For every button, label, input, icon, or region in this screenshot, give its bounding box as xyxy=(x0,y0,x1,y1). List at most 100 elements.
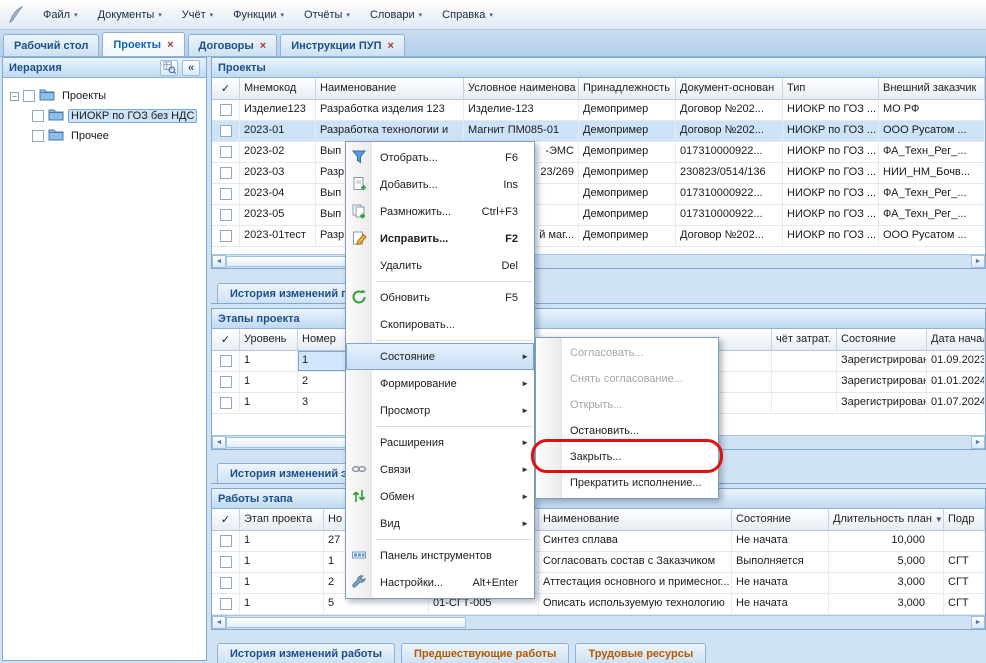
row-checkbox[interactable] xyxy=(220,355,232,367)
row-checkbox[interactable] xyxy=(220,104,232,116)
row-checkbox[interactable] xyxy=(220,397,232,409)
menu-dictionaries[interactable]: Словари▾ xyxy=(361,5,431,25)
menu-item-toolbar[interactable]: Панель инструментов xyxy=(346,542,534,569)
menu-item-state[interactable]: Состояние► xyxy=(346,343,534,370)
tree-expander-icon[interactable]: − xyxy=(10,92,19,101)
menu-documents[interactable]: Документы▾ xyxy=(89,5,171,25)
cell-customer[interactable]: ФА_Техн_Рег_... xyxy=(879,205,985,226)
cell-customer[interactable]: ФА_Техн_Рег_... xyxy=(879,142,985,163)
cell-customer[interactable]: ФА_Техн_Рег_... xyxy=(879,184,985,205)
row-checkbox[interactable] xyxy=(220,556,232,568)
cell-cost-calc[interactable] xyxy=(772,351,837,372)
scrollbar-thumb[interactable] xyxy=(226,617,466,628)
cell-type[interactable]: НИОКР по ГОЗ ... xyxy=(783,184,879,205)
menu-functions[interactable]: Функции▾ xyxy=(224,5,293,25)
submenu-item-terminate[interactable]: Прекратить исполнение... xyxy=(536,470,718,496)
column-duration[interactable]: Длительность план▼ xyxy=(829,509,944,531)
column-level[interactable]: Уровень xyxy=(240,329,298,351)
cell-codename[interactable]: Изделие-123 xyxy=(464,100,579,121)
column-ownership[interactable]: Принадлежность xyxy=(579,78,676,100)
cell-stage[interactable]: 1 xyxy=(240,594,324,615)
menu-accounting[interactable]: Учёт▾ xyxy=(173,5,222,25)
cell-department[interactable] xyxy=(944,531,985,552)
cell-stage[interactable]: 1 xyxy=(240,531,324,552)
menu-item-view-mode[interactable]: Просмотр► xyxy=(346,397,534,424)
cell-mnemocode[interactable]: 2023-02 xyxy=(240,142,316,163)
cell-document[interactable]: Договор №202... xyxy=(676,100,783,121)
cell-duration[interactable]: 10,000 xyxy=(829,531,944,552)
cell-plan-start[interactable]: 01.01.2024 xyxy=(927,372,985,393)
tree-node-niokr[interactable]: НИОКР по ГОЗ без НДС xyxy=(29,106,202,126)
tree-node-other[interactable]: Прочее xyxy=(29,126,202,146)
cell-state[interactable]: Зарегистрирован xyxy=(837,351,927,372)
cell-ownership[interactable]: Демопример xyxy=(579,226,676,247)
row-checkbox[interactable] xyxy=(220,535,232,547)
cell-plan-start[interactable]: 01.09.2023 xyxy=(927,351,985,372)
menu-item-extensions[interactable]: Расширения► xyxy=(346,429,534,456)
cell-document[interactable]: Договор №202... xyxy=(676,121,783,142)
project-row[interactable]: 2023-04 Вып Демопример 017310000922... Н… xyxy=(212,184,985,205)
cell-mnemocode[interactable]: Изделие123 xyxy=(240,100,316,121)
tab-instructions[interactable]: Инструкции ПУП× xyxy=(280,34,405,56)
work-row[interactable]: 1 2 Аттестация основного и примесног... … xyxy=(212,573,985,594)
menu-reports[interactable]: Отчёты▾ xyxy=(295,5,359,25)
cell-customer[interactable]: ООО Русатом ... xyxy=(879,121,985,142)
work-row[interactable]: 1 27 Синтез сплава Не начата 10,000 xyxy=(212,531,985,552)
project-row-selected[interactable]: 2023-01 Разработка технологии и Магнит П… xyxy=(212,121,985,142)
cell-type[interactable]: НИОКР по ГОЗ ... xyxy=(783,100,879,121)
column-check[interactable]: ✓ xyxy=(212,509,240,531)
project-row[interactable]: 2023-05 Вып Демопример 017310000922... Н… xyxy=(212,205,985,226)
column-plan-start[interactable]: Дата начала план xyxy=(927,329,985,351)
row-checkbox[interactable] xyxy=(220,125,232,137)
scroll-left-icon[interactable]: ◄ xyxy=(212,255,226,268)
close-icon[interactable]: × xyxy=(260,41,266,51)
scroll-right-icon[interactable]: ► xyxy=(971,436,985,449)
menu-item-settings[interactable]: Настройки...Alt+Enter xyxy=(346,569,534,596)
cell-state[interactable]: Выполняется xyxy=(732,552,829,573)
cell-ownership[interactable]: Демопример xyxy=(579,163,676,184)
close-icon[interactable]: × xyxy=(167,40,173,50)
cell-ownership[interactable]: Демопример xyxy=(579,100,676,121)
submenu-item-close[interactable]: Закрыть... xyxy=(536,444,718,470)
tree-checkbox[interactable] xyxy=(32,130,44,142)
close-icon[interactable]: × xyxy=(388,41,394,51)
row-checkbox[interactable] xyxy=(220,209,232,221)
tree-checkbox[interactable] xyxy=(23,90,35,102)
cell-level[interactable]: 1 xyxy=(240,372,298,393)
column-state[interactable]: Состояние xyxy=(837,329,927,351)
cell-customer[interactable]: МО РФ xyxy=(879,100,985,121)
cell-duration[interactable]: 5,000 xyxy=(829,552,944,573)
cell-type[interactable]: НИОКР по ГОЗ ... xyxy=(783,142,879,163)
cell-document[interactable]: 017310000922... xyxy=(676,205,783,226)
cell-name[interactable]: Описать используемую технологию xyxy=(539,594,732,615)
cell-level[interactable]: 1 xyxy=(240,393,298,414)
cell-duration[interactable]: 3,000 xyxy=(829,573,944,594)
cell-cost-calc[interactable] xyxy=(772,393,837,414)
menu-item-view[interactable]: Вид► xyxy=(346,510,534,537)
column-state[interactable]: Состояние xyxy=(732,509,829,531)
cell-type[interactable]: НИОКР по ГОЗ ... xyxy=(783,226,879,247)
cell-state[interactable]: Зарегистрирован xyxy=(837,372,927,393)
row-checkbox[interactable] xyxy=(220,577,232,589)
submenu-item-stop[interactable]: Остановить... xyxy=(536,418,718,444)
cell-duration[interactable]: 3,000 xyxy=(829,594,944,615)
cell-state[interactable]: Не начата xyxy=(732,531,829,552)
row-checkbox[interactable] xyxy=(220,167,232,179)
row-checkbox[interactable] xyxy=(220,376,232,388)
tab-contracts[interactable]: Договоры× xyxy=(188,34,278,56)
work-row[interactable]: 1 1 Согласовать состав с Заказчиком Выпо… xyxy=(212,552,985,573)
cell-ownership[interactable]: Демопример xyxy=(579,142,676,163)
menu-item-copy[interactable]: Скопировать... xyxy=(346,311,534,338)
cell-mnemocode[interactable]: 2023-03 xyxy=(240,163,316,184)
cell-name[interactable]: Синтез сплава xyxy=(539,531,732,552)
cell-department[interactable]: СГТ xyxy=(944,573,985,594)
cell-document[interactable]: 230823/0514/136 xyxy=(676,163,783,184)
row-checkbox[interactable] xyxy=(220,146,232,158)
menu-item-filter[interactable]: Отобрать...F6 xyxy=(346,144,534,171)
cell-type[interactable]: НИОКР по ГОЗ ... xyxy=(783,205,879,226)
cell-stage[interactable]: 1 xyxy=(240,552,324,573)
tab-desktop[interactable]: Рабочий стол xyxy=(3,34,99,56)
project-row[interactable]: 2023-02 Вып -ЭМС Демопример 017310000922… xyxy=(212,142,985,163)
search-icon[interactable] xyxy=(160,60,178,76)
scroll-right-icon[interactable]: ► xyxy=(971,616,985,629)
